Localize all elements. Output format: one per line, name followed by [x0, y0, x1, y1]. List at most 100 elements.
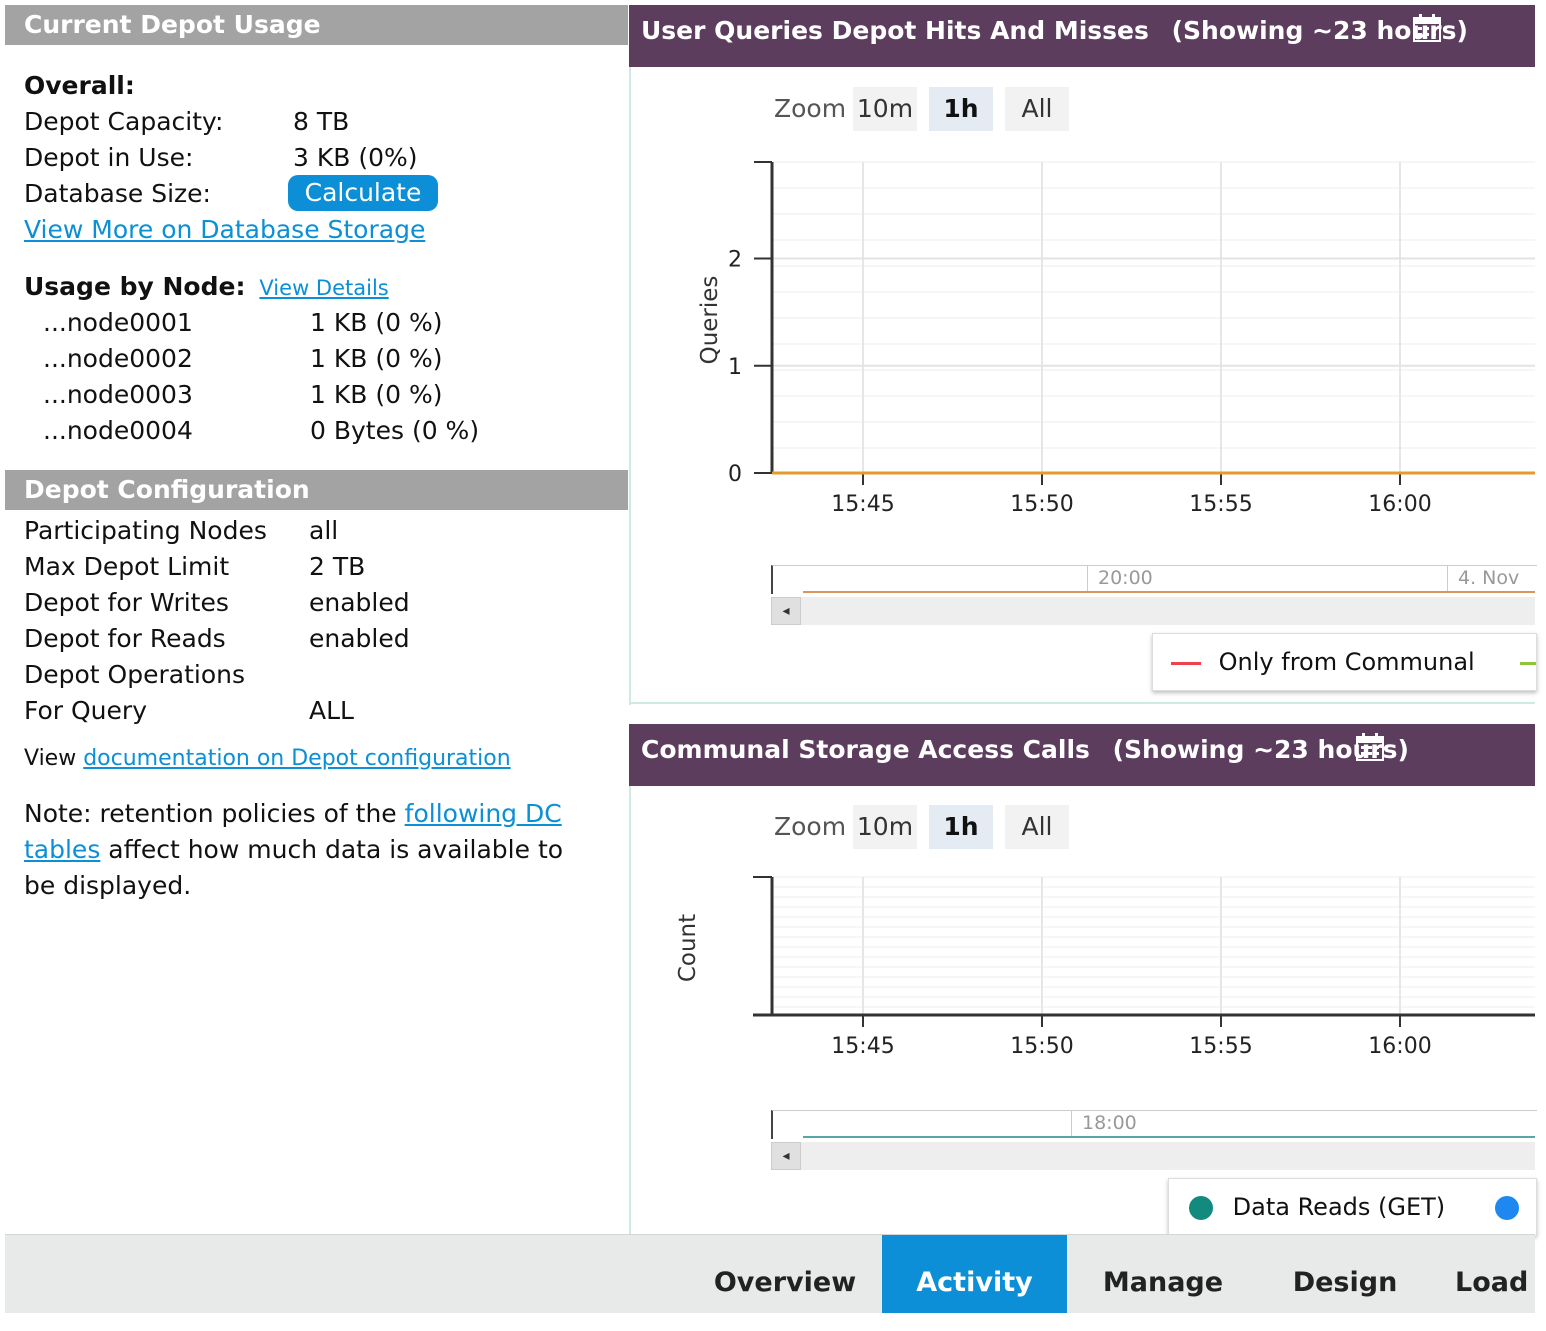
- zoom-all-button[interactable]: All: [1005, 87, 1069, 131]
- legend-dot-teal: [1189, 1196, 1213, 1220]
- dc-tables-link[interactable]: following DC: [405, 799, 562, 828]
- calendar-icon[interactable]: [1355, 732, 1385, 762]
- doc-link-row: View documentation on Depot configuratio…: [24, 742, 511, 776]
- x-tick-label: 15:45: [831, 1034, 894, 1059]
- x-tick-label: 16:00: [1368, 492, 1431, 517]
- config-value: enabled: [309, 588, 410, 617]
- note-line-1: Note: retention policies of the followin…: [24, 797, 562, 831]
- communal-chart-legend: Data Reads (GET) Da: [1168, 1178, 1537, 1236]
- depot-capacity-label: Depot Capacity:: [24, 107, 224, 136]
- tab-activity[interactable]: Activity: [882, 1235, 1067, 1313]
- note-suffix: affect how much data is available to: [108, 835, 564, 864]
- node-usage: 1 KB (0 %): [310, 380, 443, 409]
- node-name: ...node0001: [43, 308, 193, 337]
- config-label: Depot for Reads: [24, 624, 226, 653]
- y-axis-title: Count: [675, 914, 701, 982]
- usage-by-node-row: Usage by Node: View Details: [24, 270, 389, 305]
- view-details-link[interactable]: View Details: [259, 276, 388, 300]
- navigator-series-line: [803, 591, 1535, 593]
- node-name: ...node0002: [43, 344, 193, 373]
- hits-chart-legend: Only from Communal: [1152, 633, 1537, 691]
- navigator-scrollbar[interactable]: ◂: [771, 1142, 1535, 1170]
- x-tick-label: 16:00: [1368, 1034, 1431, 1059]
- tab-design[interactable]: Design: [1265, 1235, 1425, 1313]
- zoom-1h-button[interactable]: 1h: [929, 805, 993, 849]
- x-tick-label: 15:45: [831, 492, 894, 517]
- scroll-left-arrow-icon[interactable]: ◂: [771, 597, 801, 625]
- calculate-button[interactable]: Calculate: [288, 175, 438, 211]
- node-usage: 1 KB (0 %): [310, 344, 443, 373]
- tab-overview[interactable]: Overview: [695, 1235, 875, 1313]
- navigator-label: 20:00: [1087, 565, 1153, 593]
- config-label: Depot for Writes: [24, 588, 229, 617]
- zoom-all-button[interactable]: All: [1005, 805, 1069, 849]
- navigator-label: 18:00: [1071, 1110, 1137, 1138]
- config-value: ALL: [309, 696, 354, 725]
- legend-line-red: [1171, 661, 1201, 665]
- legend-line-green[interactable]: [1520, 661, 1536, 665]
- time-navigator[interactable]: 20:00 4. Nov ◂: [771, 565, 1537, 627]
- node-usage: 0 Bytes (0 %): [310, 416, 480, 445]
- time-navigator[interactable]: 18:00 ◂: [771, 1110, 1537, 1172]
- navigator-series-line: [803, 1136, 1535, 1138]
- config-value: enabled: [309, 624, 410, 653]
- depot-capacity-value: 8 TB: [293, 107, 350, 136]
- panel-bottom-border: [629, 702, 1535, 704]
- config-value: 2 TB: [309, 552, 366, 581]
- config-label: Participating Nodes: [24, 516, 267, 545]
- dc-tables-link-continued[interactable]: tables: [24, 835, 100, 864]
- communal-panel-header: Communal Storage Access Calls (Showing ~…: [629, 724, 1535, 786]
- communal-storage-panel: Communal Storage Access Calls (Showing ~…: [629, 724, 1537, 1236]
- view-more-storage-row: View More on Database Storage: [24, 213, 425, 247]
- config-label: Max Depot Limit: [24, 552, 230, 581]
- communal-calls-chart: 15:45 15:50 15:55 16:00 Count: [675, 876, 1535, 1059]
- calendar-icon[interactable]: [1412, 13, 1442, 43]
- zoom-1h-button[interactable]: 1h: [929, 87, 993, 131]
- y-axis-title: Queries: [697, 276, 723, 365]
- config-label: For Query: [24, 696, 147, 725]
- y-tick-label: 1: [728, 355, 742, 380]
- zoom-label: Zoom: [774, 812, 847, 841]
- node-usage: 1 KB (0 %): [310, 308, 443, 337]
- node-name: ...node0004: [43, 416, 193, 445]
- navigator-label: 4. Nov: [1447, 565, 1519, 593]
- node-name: ...node0003: [43, 380, 193, 409]
- depot-configuration-header: Depot Configuration: [5, 470, 628, 510]
- note-line-3: be displayed.: [24, 871, 192, 900]
- bottom-nav-bar: Overview Activity Manage Design Load: [5, 1234, 1535, 1313]
- x-tick-label: 15:50: [1010, 492, 1073, 517]
- y-tick-label: 2: [728, 248, 742, 273]
- hits-misses-chart: 15:45 15:50 15:55 16:00 0 1 2Queries: [697, 161, 1535, 517]
- config-label: Depot Operations: [24, 660, 245, 689]
- note-line-2: tables affect how much data is available…: [24, 833, 563, 867]
- x-tick-label: 15:50: [1010, 1034, 1073, 1059]
- legend-item[interactable]: Data Reads (GET): [1233, 1193, 1446, 1221]
- hits-panel-header: User Queries Depot Hits And Misses (Show…: [629, 5, 1535, 67]
- depot-in-use-value: 3 KB (0%): [293, 143, 418, 172]
- view-more-storage-link[interactable]: View More on Database Storage: [24, 215, 425, 244]
- navigator-scrollbar[interactable]: ◂: [771, 597, 1535, 625]
- note-prefix: Note: retention policies of the: [24, 799, 397, 828]
- hits-misses-panel: User Queries Depot Hits And Misses (Show…: [629, 5, 1537, 705]
- current-depot-usage-header: Current Depot Usage: [5, 5, 628, 45]
- legend-dot-blue: [1494, 1196, 1519, 1220]
- zoom-10m-button[interactable]: 10m: [853, 87, 917, 131]
- config-value: all: [309, 516, 339, 545]
- x-tick-label: 15:55: [1189, 492, 1252, 517]
- depot-usage-panel: Current Depot Usage Overall: Depot Capac…: [5, 5, 628, 1233]
- scroll-left-arrow-icon[interactable]: ◂: [771, 1142, 801, 1170]
- zoom-label: Zoom: [774, 94, 847, 123]
- tab-load[interactable]: Load: [1455, 1235, 1546, 1313]
- depot-config-doc-link[interactable]: documentation on Depot configuration: [83, 746, 510, 771]
- view-prefix: View: [24, 746, 77, 771]
- legend-item[interactable]: Only from Communal: [1219, 648, 1475, 676]
- usage-by-node-label: Usage by Node:: [24, 272, 246, 301]
- tab-manage[interactable]: Manage: [1083, 1235, 1243, 1313]
- communal-panel-title: Communal Storage Access Calls: [641, 735, 1090, 764]
- hits-panel-title: User Queries Depot Hits And Misses: [641, 16, 1149, 45]
- overall-label: Overall:: [24, 71, 135, 100]
- x-tick-label: 15:55: [1189, 1034, 1252, 1059]
- zoom-10m-button[interactable]: 10m: [853, 805, 917, 849]
- database-size-label: Database Size:: [24, 179, 211, 208]
- y-tick-label: 0: [728, 462, 742, 487]
